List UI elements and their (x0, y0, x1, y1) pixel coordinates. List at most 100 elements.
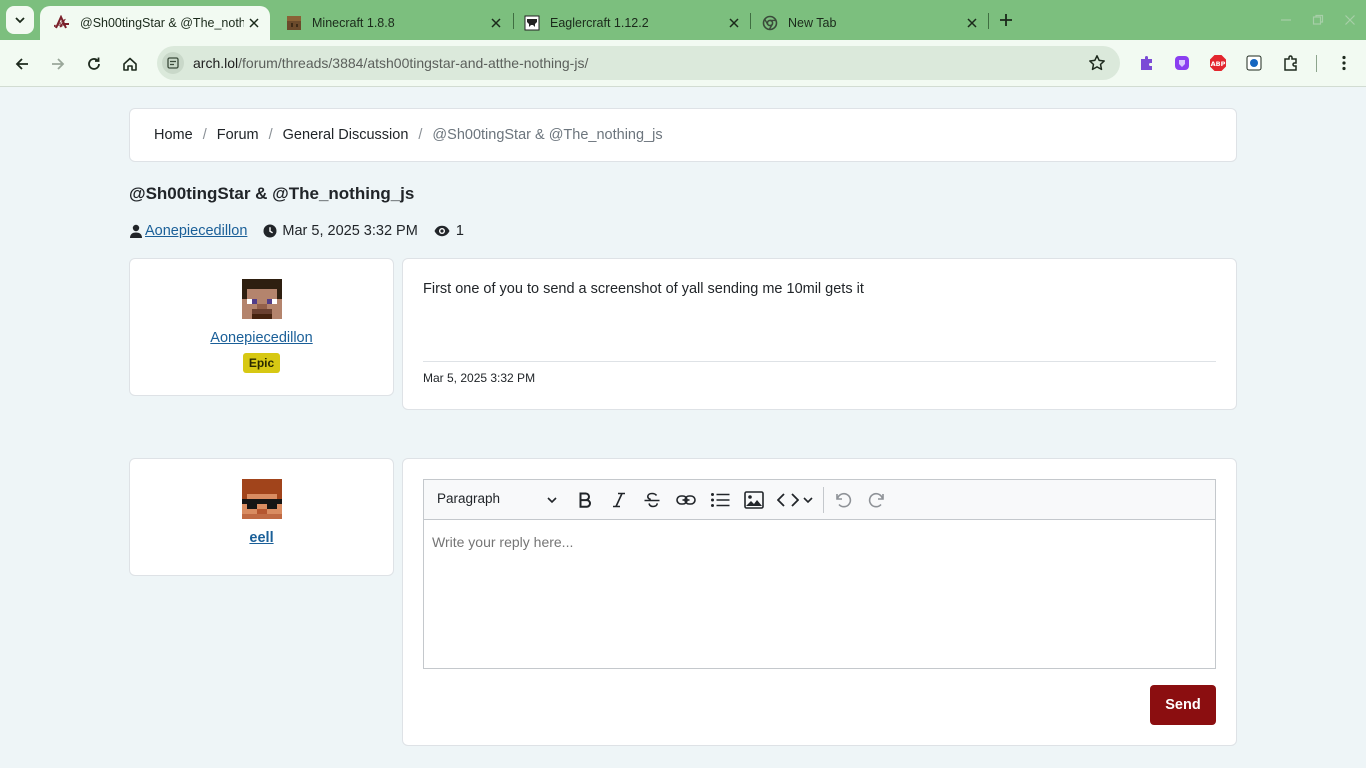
minimize-icon (1281, 19, 1291, 21)
site-info-icon[interactable] (162, 52, 184, 74)
link-button[interactable] (675, 489, 697, 511)
thread-date: Mar 5, 2025 3:32 PM (282, 223, 418, 239)
breadcrumb-current: @Sh00tingStar & @The_nothing_js (432, 127, 663, 143)
home-icon (123, 57, 137, 71)
undo-button[interactable] (832, 489, 854, 511)
breadcrumb-forum[interactable]: Forum (217, 127, 259, 143)
breadcrumb-separator: / (268, 127, 273, 143)
puzzle-extension-icon[interactable] (1137, 53, 1157, 73)
bookmark-star-icon[interactable] (1088, 54, 1106, 72)
editor-toolbar: Paragraph (424, 480, 1215, 520)
reply-user-name[interactable]: eell (249, 530, 273, 546)
tab-title: New Tab (788, 16, 837, 30)
strikethrough-button[interactable] (641, 489, 663, 511)
arrow-right-icon (52, 58, 65, 70)
reply-form-card: Paragraph Write your reply here... Send (402, 458, 1237, 746)
tab-new-tab[interactable]: New Tab (748, 6, 988, 40)
close-window-button[interactable] (1338, 8, 1362, 32)
italic-button[interactable] (608, 489, 630, 511)
bullet-list-button[interactable] (709, 489, 731, 511)
italic-icon (613, 492, 625, 508)
link-icon (676, 495, 696, 505)
post-body: First one of you to send a screenshot of… (423, 281, 864, 297)
url-path: /forum/threads/3884/atsh00tingstar-and-a… (238, 55, 589, 71)
close-icon[interactable] (244, 13, 264, 33)
eaglercraft-favicon-icon (524, 15, 540, 31)
redo-icon (868, 492, 884, 508)
clock-icon (263, 224, 277, 238)
close-icon[interactable] (486, 13, 506, 33)
tab-search-button[interactable] (6, 6, 34, 34)
breadcrumb-category[interactable]: General Discussion (283, 127, 409, 143)
avatar[interactable] (241, 479, 282, 519)
browser-menu-button[interactable] (1334, 53, 1354, 73)
forum-page: Home / Forum / General Discussion / @Sh0… (0, 87, 1366, 768)
thread-meta: Aonepiecedillon Mar 5, 2025 3:32 PM 1 (129, 223, 464, 239)
shield-extension-icon[interactable] (1172, 53, 1192, 73)
send-button[interactable]: Send (1150, 685, 1216, 725)
new-tab-button[interactable] (994, 8, 1018, 32)
minimize-button[interactable] (1274, 8, 1298, 32)
eye-icon (434, 224, 450, 238)
toolbar-divider (1316, 55, 1317, 72)
divider (423, 361, 1216, 362)
code-button[interactable] (777, 489, 799, 511)
chevron-down-icon[interactable] (545, 493, 559, 507)
chevron-down-icon (15, 17, 25, 24)
close-icon[interactable] (962, 13, 982, 33)
screen-extension-icon[interactable] (1244, 53, 1264, 73)
plus-icon (1000, 14, 1012, 26)
reload-icon (88, 57, 100, 70)
back-button[interactable] (8, 50, 36, 78)
adblock-extension-icon[interactable]: ABP (1208, 53, 1228, 73)
redo-button[interactable] (866, 489, 888, 511)
tab-forum-thread[interactable]: 𝒜 @Sh00tingStar & @The_nothing_js (40, 6, 270, 40)
bold-icon (579, 492, 591, 508)
rich-text-editor: Paragraph (423, 479, 1216, 669)
code-options-button[interactable] (800, 489, 816, 511)
breadcrumb-separator: / (418, 127, 423, 143)
post-author-card: Aonepiecedillon Epic (129, 258, 394, 396)
close-icon (1345, 15, 1355, 25)
breadcrumb: Home / Forum / General Discussion / @Sh0… (129, 108, 1237, 162)
svg-text:ABP: ABP (1211, 60, 1226, 68)
reply-textarea[interactable] (424, 520, 1215, 668)
post-content-card: First one of you to send a screenshot of… (402, 258, 1237, 410)
maximize-button[interactable] (1306, 8, 1330, 32)
page-title: @Sh00tingStar & @The_nothing_js (129, 184, 415, 203)
home-button[interactable] (116, 50, 144, 78)
bold-button[interactable] (574, 489, 596, 511)
tab-title: Eaglercraft 1.12.2 (550, 16, 649, 30)
post-author-name[interactable]: Aonepiecedillon (210, 330, 312, 346)
tab-title: Minecraft 1.8.8 (312, 16, 395, 30)
tab-eaglercraft[interactable]: Eaglercraft 1.12.2 (510, 6, 750, 40)
image-icon (744, 491, 764, 509)
bullet-list-icon (711, 493, 730, 507)
breadcrumb-separator: / (202, 127, 207, 143)
avatar[interactable] (241, 279, 282, 319)
url-host: arch.lol (193, 55, 239, 71)
extensions-icon[interactable] (1281, 53, 1301, 73)
reload-button[interactable] (80, 50, 108, 78)
restore-icon (1312, 14, 1324, 25)
toolbar-divider (823, 487, 824, 513)
kebab-menu-icon (1342, 55, 1346, 71)
tab-title: @Sh00tingStar & @The_nothing_js (80, 16, 244, 30)
minecraft-block-favicon-icon (286, 15, 302, 31)
breadcrumb-home[interactable]: Home (154, 127, 193, 143)
address-bar[interactable]: arch.lol/forum/threads/3884/atsh00tingst… (157, 46, 1120, 80)
user-icon (129, 224, 143, 238)
close-icon[interactable] (724, 13, 744, 33)
image-button[interactable] (743, 489, 765, 511)
arch-favicon-icon: 𝒜 (54, 15, 70, 31)
arrow-left-icon (15, 58, 28, 70)
tab-strip: 𝒜 @Sh00tingStar & @The_nothing_js Minecr… (0, 0, 1366, 40)
thread-author-link[interactable]: Aonepiecedillon (145, 223, 247, 239)
forward-button[interactable] (44, 50, 72, 78)
chrome-favicon-icon (762, 15, 778, 31)
paragraph-format-select[interactable]: Paragraph (437, 491, 500, 506)
browser-toolbar: arch.lol/forum/threads/3884/atsh00tingst… (0, 40, 1366, 87)
tab-minecraft[interactable]: Minecraft 1.8.8 (272, 6, 512, 40)
reply-user-card: eell (129, 458, 394, 576)
tab-divider (988, 13, 989, 29)
